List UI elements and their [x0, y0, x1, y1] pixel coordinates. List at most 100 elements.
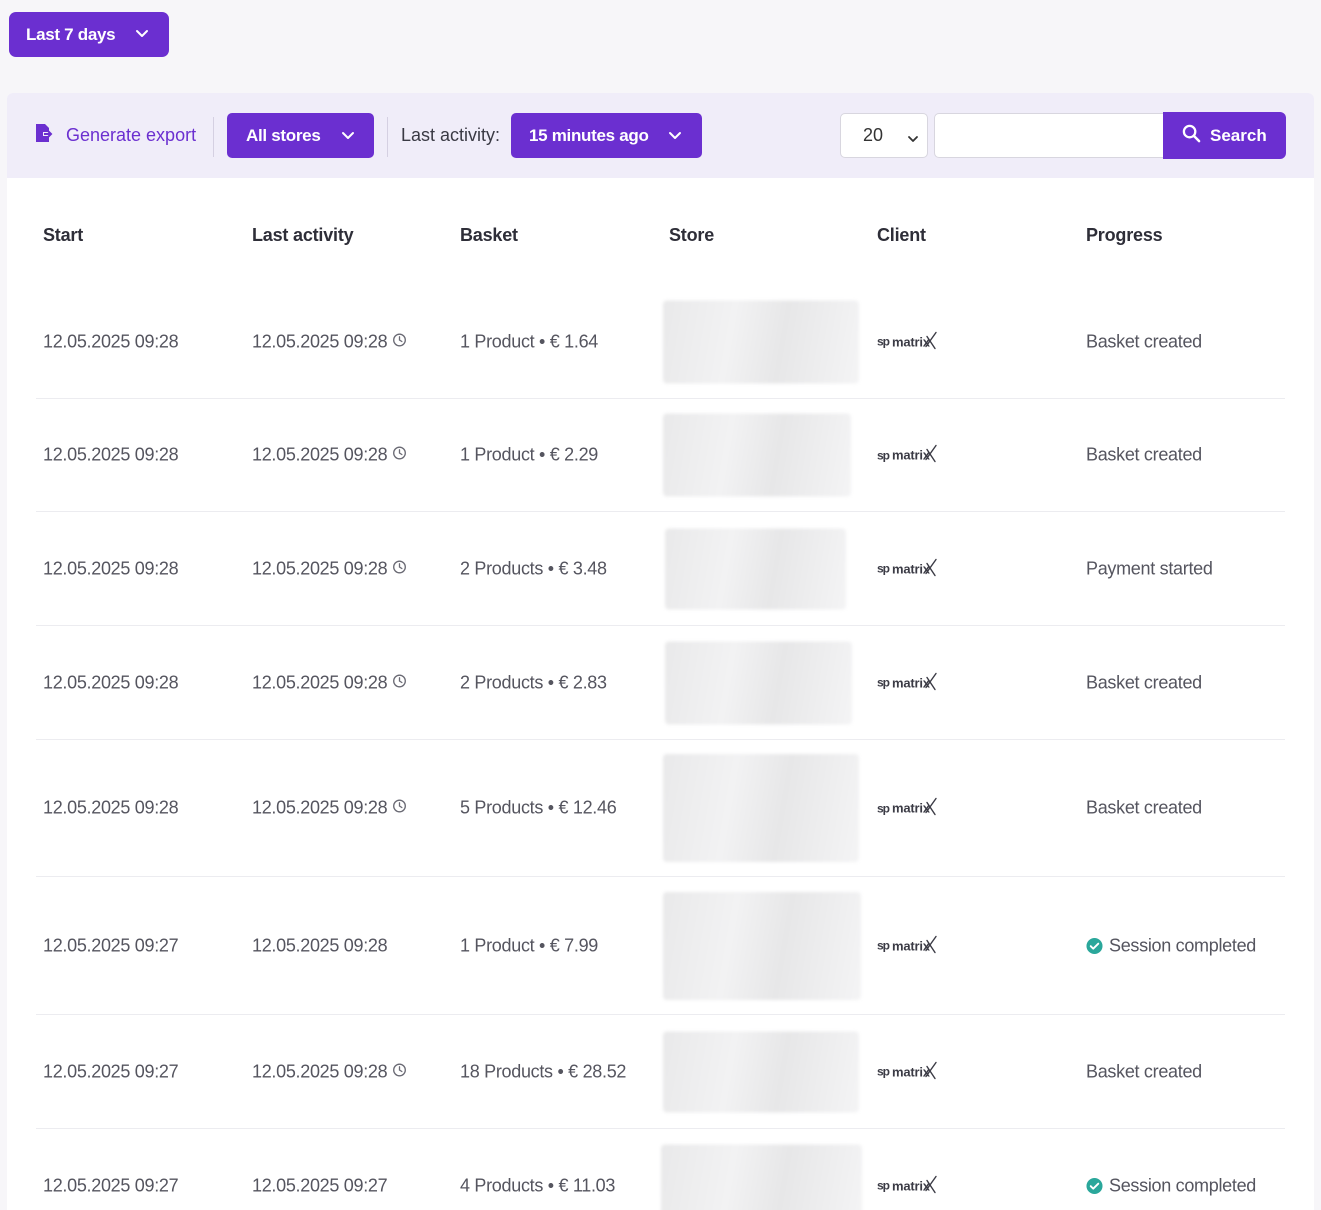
chevron-down-icon [907, 129, 919, 150]
store-image [663, 891, 861, 1000]
toolbar: Generate export All stores Last activity… [7, 93, 1314, 178]
last-activity-value: 15 minutes ago [529, 125, 649, 145]
clock-icon [392, 672, 407, 693]
start-cell: 12.05.2025 09:28 [43, 444, 179, 465]
client-logo-prefix: sp [877, 334, 890, 349]
table-row[interactable]: 12.05.2025 09:28 12.05.2025 09:28 1 Produc… [36, 399, 1285, 512]
last-activity-value: 12.05.2025 09:28 [252, 935, 388, 955]
check-circle-icon [1086, 1177, 1103, 1194]
date-range-dropdown[interactable]: Last 7 days [9, 12, 169, 57]
toolbar-divider [213, 117, 214, 157]
start-cell: 12.05.2025 09:28 [43, 672, 179, 692]
store-image [663, 754, 859, 862]
last-activity-value: 12.05.2025 09:28 [252, 1061, 388, 1081]
basket-cell: 5 Products • € 12.46 [460, 797, 617, 818]
client-logo-prefix: sp [877, 1064, 890, 1079]
client-logo-prefix: sp [877, 1178, 890, 1193]
last-activity-filter-label: Last activity: [401, 125, 501, 145]
progress-status: Session completed [1109, 935, 1256, 955]
clock-icon [392, 331, 407, 352]
last-activity-cell: 12.05.2025 09:28 [252, 331, 407, 352]
last-activity-dropdown[interactable]: 15 minutes ago [511, 113, 702, 158]
basket-cell: 1 Product • € 1.64 [460, 331, 598, 351]
table-row[interactable]: 12.05.2025 09:28 12.05.2025 09:28 2 Produc… [36, 626, 1285, 740]
last-activity-value: 12.05.2025 09:28 [252, 797, 388, 818]
table-row[interactable]: 12.05.2025 09:28 12.05.2025 09:28 1 Produc… [36, 285, 1285, 399]
basket-cell: 18 Products • € 28.52 [460, 1061, 627, 1081]
store-image [665, 641, 852, 724]
table-row[interactable]: 12.05.2025 09:28 12.05.2025 09:28 2 Produc… [36, 512, 1285, 626]
start-cell: 12.05.2025 09:27 [43, 935, 179, 955]
progress-cell: Basket created [1086, 331, 1202, 352]
last-activity-value: 12.05.2025 09:28 [252, 331, 388, 351]
column-header-client[interactable]: Client [877, 225, 926, 246]
start-cell: 12.05.2025 09:28 [43, 558, 179, 578]
clock-icon [392, 1061, 407, 1082]
last-activity-cell: 12.05.2025 09:28 [252, 445, 407, 466]
client-logo: sp matrix [877, 1060, 938, 1083]
start-cell: 12.05.2025 09:28 [43, 331, 179, 351]
sessions-panel: Generate export All stores Last activity… [7, 93, 1314, 1210]
last-activity-cell: 12.05.2025 09:27 [252, 1175, 388, 1196]
toolbar-divider [387, 117, 388, 157]
clock-icon [392, 798, 407, 819]
client-logo-mark-icon [924, 444, 938, 467]
client-logo: sp matrix [877, 934, 938, 957]
progress-status: Payment started [1086, 558, 1213, 578]
table-row[interactable]: 12.05.2025 09:27 12.05.2025 09:27 4 Produc… [36, 1129, 1285, 1210]
progress-status: Basket created [1086, 444, 1202, 465]
last-activity-value: 12.05.2025 09:28 [252, 672, 388, 692]
progress-cell: Basket created [1086, 445, 1202, 466]
progress-cell: Basket created [1086, 1061, 1202, 1082]
table-body: 12.05.2025 09:28 12.05.2025 09:28 1 Produc… [7, 285, 1314, 1210]
column-header-last-activity[interactable]: Last activity [252, 225, 354, 246]
client-logo-mark-icon [924, 934, 938, 957]
chevron-down-icon [134, 25, 150, 46]
stores-dropdown[interactable]: All stores [227, 113, 374, 158]
export-file-icon [34, 123, 54, 148]
page-size-select[interactable]: 20 [840, 113, 928, 158]
client-logo-prefix: sp [877, 448, 890, 462]
store-image [663, 300, 859, 383]
client-logo: sp matrix [877, 1174, 938, 1197]
page-size-value: 20 [863, 125, 884, 145]
table-row[interactable]: 12.05.2025 09:27 12.05.2025 09:28 1 Produc… [36, 877, 1285, 1015]
column-header-progress[interactable]: Progress [1086, 225, 1163, 246]
progress-cell: Session completed [1086, 935, 1256, 956]
stores-label: All stores [246, 125, 321, 145]
client-logo: sp matrix [877, 797, 938, 820]
basket-cell: 1 Product • € 7.99 [460, 935, 598, 955]
generate-export-button[interactable]: Generate export [34, 123, 196, 148]
date-range-label: Last 7 days [26, 24, 116, 44]
clock-icon [392, 558, 407, 579]
basket-cell: 2 Products • € 3.48 [460, 558, 607, 578]
basket-cell: 2 Products • € 2.83 [460, 672, 607, 692]
client-logo-mark-icon [924, 797, 938, 820]
column-header-store[interactable]: Store [669, 225, 714, 246]
progress-cell: Session completed [1086, 1175, 1256, 1196]
client-logo: sp matrix [877, 330, 938, 353]
search-button[interactable]: Search [1163, 112, 1286, 159]
client-logo-prefix: sp [877, 938, 890, 953]
progress-status: Session completed [1109, 1175, 1256, 1195]
column-header-start[interactable]: Start [43, 225, 83, 246]
table-row[interactable]: 12.05.2025 09:27 12.05.2025 09:28 18 Produ… [36, 1015, 1285, 1129]
search-input[interactable] [934, 113, 1166, 158]
progress-status: Basket created [1086, 672, 1202, 692]
column-header-basket[interactable]: Basket [460, 225, 518, 246]
last-activity-cell: 12.05.2025 09:28 [252, 672, 407, 693]
last-activity-cell: 12.05.2025 09:28 [252, 935, 388, 956]
basket-cell: 1 Product • € 2.29 [460, 444, 598, 465]
progress-cell: Basket created [1086, 672, 1202, 693]
store-image [665, 528, 846, 609]
generate-export-label: Generate export [66, 125, 197, 145]
table-header: Start Last activity Basket Store Client … [7, 178, 1314, 285]
client-logo: sp matrix [877, 557, 938, 580]
table-row[interactable]: 12.05.2025 09:28 12.05.2025 09:28 5 Produc… [36, 740, 1285, 877]
client-logo-mark-icon [924, 1060, 938, 1083]
check-circle-icon [1086, 937, 1103, 954]
progress-cell: Payment started [1086, 558, 1213, 579]
basket-cell: 4 Products • € 11.03 [460, 1175, 616, 1195]
client-logo: sp matrix [877, 444, 938, 467]
search-icon [1182, 124, 1201, 148]
